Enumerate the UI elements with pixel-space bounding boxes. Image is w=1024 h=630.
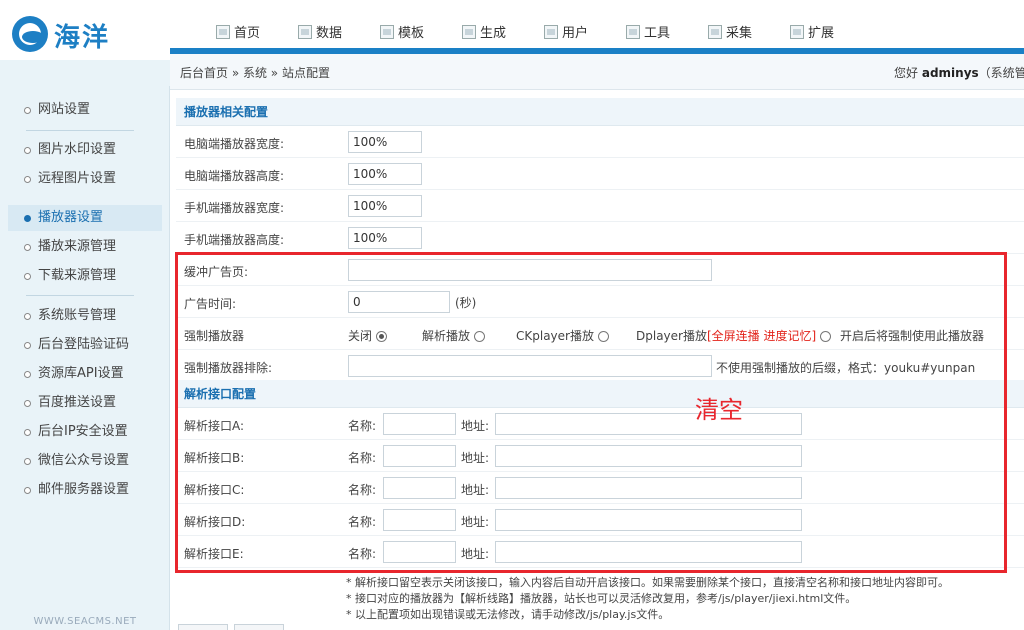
bullet-icon [24, 342, 31, 349]
annotation-frame [175, 252, 1007, 573]
row-mobile-height: 手机端播放器高度: [176, 222, 1024, 254]
greeting-prefix: 您好 [894, 66, 919, 80]
user-greeting: 您好 adminys（系统管理员） [894, 64, 1024, 81]
sidebar-item-label: 百度推送设置 [38, 395, 117, 410]
sidebar-item-download-source[interactable]: 下载来源管理 [8, 263, 162, 289]
bullet-icon [24, 107, 31, 114]
nav-generate[interactable]: 生成 [462, 22, 506, 44]
bullet-icon [24, 273, 31, 280]
mobile-height-input[interactable] [348, 227, 422, 249]
sidebar-item-play-source[interactable]: 播放来源管理 [8, 234, 162, 260]
page-icon [380, 25, 394, 39]
sidebar-item-label: 网站设置 [38, 102, 91, 117]
sidebar-item-label: 邮件服务器设置 [38, 482, 130, 497]
sidebar-item-baidu-push[interactable]: 百度推送设置 [8, 390, 162, 416]
bullet-icon [24, 147, 31, 154]
sidebar-item-mail-server[interactable]: 邮件服务器设置 [8, 477, 162, 503]
logo: 海洋 [12, 16, 122, 53]
sidebar-item-label: 系统账号管理 [38, 308, 117, 323]
sidebar-item-label: 后台登陆验证码 [38, 337, 130, 352]
sidebar-item-label: 远程图片设置 [38, 171, 117, 186]
sidebar-item-label: 播放器设置 [38, 210, 104, 225]
sidebar-item-resource-api[interactable]: 资源库API设置 [8, 361, 162, 387]
page-icon [544, 25, 558, 39]
nav-users[interactable]: 用户 [544, 22, 588, 44]
bullet-icon [24, 215, 31, 222]
row-pc-height: 电脑端播放器高度: [176, 158, 1024, 190]
pc-width-input[interactable] [348, 131, 422, 153]
nav-template[interactable]: 模板 [380, 22, 424, 44]
sidebar-item-label: 微信公众号设置 [38, 453, 130, 468]
annotation-text: 清空 [695, 396, 743, 424]
page-icon [708, 25, 722, 39]
field-label: 电脑端播放器宽度: [184, 137, 285, 151]
bullet-icon [24, 458, 31, 465]
bullet-icon [24, 176, 31, 183]
nav-label: 系统 [890, 26, 917, 41]
reset-button[interactable] [234, 624, 284, 630]
sidebar-item-player-settings[interactable]: 播放器设置 [8, 205, 162, 231]
sidebar-footer: WWW.SEACMS.NET [33, 616, 137, 627]
nav-label: 用户 [562, 26, 589, 41]
sidebar-item-wechat[interactable]: 微信公众号设置 [8, 448, 162, 474]
breadcrumb-bar: 后台首页 » 系统 » 站点配置 您好 adminys（系统管理员） [170, 54, 1024, 90]
nav-label: 数据 [316, 26, 343, 41]
user-role: （系统管理员） [978, 66, 1024, 80]
sidebar-item-ip-security[interactable]: 后台IP安全设置 [8, 419, 162, 445]
sidebar-divider [26, 295, 134, 296]
field-label: 手机端播放器宽度: [184, 201, 285, 215]
sidebar-item-login-captcha[interactable]: 后台登陆验证码 [8, 332, 162, 358]
nav-label: 生成 [480, 26, 507, 41]
sidebar-item-label: 图片水印设置 [38, 142, 117, 157]
wave-logo-icon [12, 16, 48, 52]
nav-label: 工具 [644, 26, 671, 41]
note-line: * 接口对应的播放器为【解析线路】播放器，站长也可以灵活修改复用，参考/js/p… [346, 592, 857, 605]
sidebar-item-label: 后台IP安全设置 [38, 424, 128, 439]
sidebar-item-remote-image[interactable]: 远程图片设置 [8, 166, 162, 192]
bullet-icon [24, 244, 31, 251]
page-icon [462, 25, 476, 39]
sidebar: 网站设置 图片水印设置 远程图片设置 播放器设置 播放来源管理 下载来源管理 系… [0, 60, 170, 630]
nav-label: 扩展 [808, 26, 835, 41]
sidebar-item-site-settings[interactable]: 网站设置 [8, 97, 162, 123]
page-icon [298, 25, 312, 39]
field-label: 电脑端播放器高度: [184, 169, 285, 183]
sidebar-item-label: 下载来源管理 [38, 268, 117, 283]
nav-label: 采集 [726, 26, 753, 41]
row-mobile-width: 手机端播放器宽度: [176, 190, 1024, 222]
bullet-icon [24, 400, 31, 407]
bullet-icon [24, 313, 31, 320]
nav-label: 首页 [234, 26, 261, 41]
sidebar-item-label: 播放来源管理 [38, 239, 117, 254]
page-icon [790, 25, 804, 39]
nav-label: 模板 [398, 26, 425, 41]
nav-tools[interactable]: 工具 [626, 22, 670, 44]
bullet-icon [24, 371, 31, 378]
nav-extend[interactable]: 扩展 [790, 22, 834, 44]
page-icon [626, 25, 640, 39]
bullet-icon [24, 429, 31, 436]
sidebar-item-accounts[interactable]: 系统账号管理 [8, 303, 162, 329]
username: adminys [921, 66, 979, 80]
nav-collect[interactable]: 采集 [708, 22, 752, 44]
page-icon [216, 25, 230, 39]
submit-button[interactable] [178, 624, 228, 630]
pc-height-input[interactable] [348, 163, 422, 185]
note-line: * 以上配置项如出现错误或无法修改，请手动修改/js/play.js文件。 [346, 608, 670, 621]
sidebar-item-label: 资源库API设置 [38, 366, 124, 381]
breadcrumb: 后台首页 » 系统 » 站点配置 [180, 66, 330, 80]
field-label: 手机端播放器高度: [184, 233, 285, 247]
note-line: * 解析接口留空表示关闭该接口，输入内容后自动开启该接口。如果需要删除某个接口，… [346, 576, 949, 589]
nav-system[interactable]: 系统 [890, 22, 916, 44]
logo-text: 海洋 [54, 23, 111, 53]
sidebar-divider [26, 130, 134, 131]
sidebar-top [0, 60, 170, 86]
section-title-player: 播放器相关配置 [176, 98, 1024, 126]
row-pc-width: 电脑端播放器宽度: [176, 126, 1024, 158]
mobile-width-input[interactable] [348, 195, 422, 217]
nav-data[interactable]: 数据 [298, 22, 342, 44]
sidebar-item-watermark[interactable]: 图片水印设置 [8, 137, 162, 163]
bullet-icon [24, 487, 31, 494]
nav-home[interactable]: 首页 [216, 22, 260, 44]
